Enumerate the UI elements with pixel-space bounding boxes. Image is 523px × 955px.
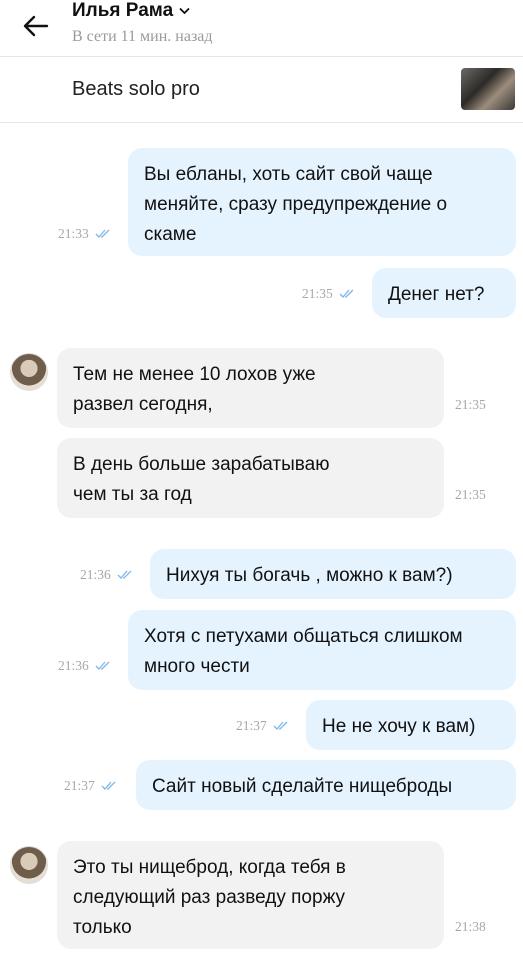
message-bubble-incoming[interactable]: В день больше зарабатываю чем ты за год bbox=[57, 438, 444, 518]
message-time: 21:36 bbox=[80, 567, 133, 583]
message-text: Вы ебланы, хоть сайт свой чаще меняйте, … bbox=[144, 164, 448, 245]
contact-name: Илья Рама bbox=[72, 0, 174, 21]
back-arrow-icon[interactable] bbox=[20, 10, 52, 42]
online-status: В сети 11 мин. назад bbox=[72, 28, 213, 45]
avatar[interactable] bbox=[10, 353, 48, 391]
message-time: 21:37 bbox=[64, 778, 117, 794]
message-text: Нихуя ты богачь , можно к вам?) bbox=[166, 565, 453, 586]
message-bubble-incoming[interactable]: Тем не менее 10 лохов уже развел сегодня… bbox=[57, 348, 444, 428]
chevron-down-icon bbox=[179, 7, 190, 15]
message-text: В день больше зарабатываю чем ты за год bbox=[73, 454, 330, 505]
message-time: 21:35 bbox=[302, 286, 355, 302]
message-bubble-outgoing[interactable]: Нихуя ты богачь , можно к вам?) bbox=[150, 549, 516, 599]
message-time: 21:33 bbox=[58, 226, 111, 242]
time-label: 21:36 bbox=[58, 658, 89, 673]
time-label: 21:36 bbox=[80, 567, 111, 582]
product-bar[interactable]: Beats solo pro bbox=[0, 56, 523, 123]
product-title: Beats solo pro bbox=[72, 78, 200, 100]
message-time: 21:35 bbox=[455, 397, 486, 412]
message-time: 21:38 bbox=[455, 919, 486, 934]
product-thumbnail[interactable] bbox=[461, 68, 515, 110]
contact-name-area[interactable]: Илья Рама bbox=[72, 0, 190, 22]
message-text: Денег нет? bbox=[388, 284, 485, 305]
read-check-icon bbox=[101, 781, 117, 791]
message-bubble-outgoing[interactable]: Не не хочу к вам) bbox=[306, 700, 516, 750]
message-bubble-outgoing[interactable]: Денег нет? bbox=[372, 268, 516, 318]
time-label: 21:35 bbox=[302, 286, 333, 301]
message-time: 21:36 bbox=[58, 658, 111, 674]
time-label: 21:37 bbox=[64, 778, 95, 793]
read-check-icon bbox=[117, 570, 133, 580]
message-text: Тем не менее 10 лохов уже развел сегодня… bbox=[73, 364, 316, 415]
message-text: Это ты нищеброд, когда тебя в следующий … bbox=[73, 857, 346, 938]
message-text: Хотя с петухами общаться слишком много ч… bbox=[144, 626, 463, 677]
message-time: 21:37 bbox=[236, 718, 289, 734]
message-text: Сайт новый сделайте нищеброды bbox=[152, 776, 453, 797]
message-bubble-outgoing[interactable]: Хотя с петухами общаться слишком много ч… bbox=[128, 610, 516, 690]
read-check-icon bbox=[273, 721, 289, 731]
message-time: 21:35 bbox=[455, 487, 486, 502]
message-bubble-incoming[interactable]: Это ты нищеброд, когда тебя в следующий … bbox=[57, 841, 444, 949]
chat-header: Илья Рама В сети 11 мин. назад bbox=[0, 0, 523, 57]
message-bubble-outgoing[interactable]: Сайт новый сделайте нищеброды bbox=[136, 760, 516, 810]
read-check-icon bbox=[339, 289, 355, 299]
time-label: 21:33 bbox=[58, 226, 89, 241]
time-label: 21:37 bbox=[236, 718, 267, 733]
message-text: Не не хочу к вам) bbox=[322, 716, 476, 737]
avatar[interactable] bbox=[10, 846, 48, 884]
read-check-icon bbox=[95, 661, 111, 671]
read-check-icon bbox=[95, 229, 111, 239]
message-bubble-outgoing[interactable]: Вы ебланы, хоть сайт свой чаще меняйте, … bbox=[128, 148, 516, 256]
